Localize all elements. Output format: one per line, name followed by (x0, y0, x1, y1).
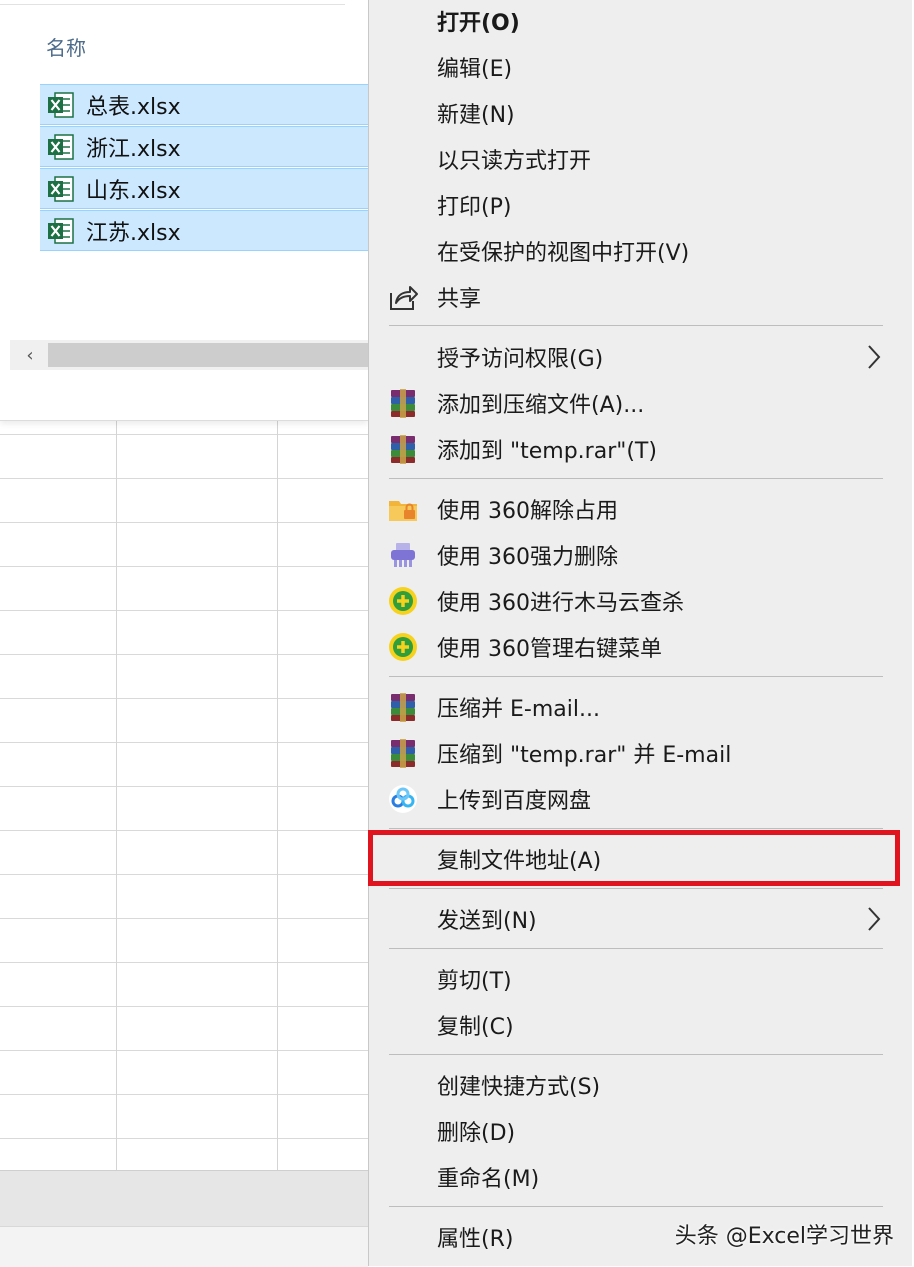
menu-separator (389, 1206, 883, 1207)
file-name: 江苏.xlsx (86, 220, 181, 246)
menu-item-open[interactable]: 打开(O) (369, 0, 913, 44)
menu-item-delete[interactable]: 删除(D) (369, 1108, 913, 1154)
column-header-name[interactable]: 名称 (46, 32, 86, 61)
baidu-netdisk-icon (387, 783, 419, 815)
menu-item-add-to-archive[interactable]: 添加到压缩文件(A)... (369, 380, 913, 426)
context-menu: 打开(O) 编辑(E) 新建(N) 以只读方式打开 打印(P) 在受保护的视图中… (368, 0, 912, 1266)
menu-separator (389, 888, 883, 889)
menu-item-copy[interactable]: 复制(C) (369, 1002, 913, 1048)
menu-item-open-readonly[interactable]: 以只读方式打开 (369, 136, 913, 182)
menu-item-label: 复制文件地址(A) (437, 849, 602, 874)
spreadsheet-grid (0, 420, 368, 1266)
file-explorer-panel: 名称 总表.xlsx 浙江.xlsx 山东.xlsx 江苏.xlsx ‹ (0, 0, 368, 421)
menu-item-label: 压缩并 E-mail... (437, 697, 600, 722)
horizontal-scrollbar[interactable]: ‹ (10, 340, 368, 370)
excel-file-icon (46, 90, 76, 120)
menu-item-label: 发送到(N) (437, 909, 537, 934)
menu-separator (389, 828, 883, 829)
excel-file-icon (46, 132, 76, 162)
grid-column-line (116, 420, 117, 1170)
toolbar-edge (0, 0, 345, 5)
menu-item-label: 压缩到 "temp.rar" 并 E-mail (437, 743, 732, 768)
scroll-left-icon[interactable]: ‹ (18, 344, 42, 366)
status-bar (0, 1226, 368, 1267)
shredder-icon (387, 539, 419, 571)
menu-item-360-force-delete[interactable]: 使用 360强力删除 (369, 532, 913, 578)
menu-item-label: 使用 360解除占用 (437, 499, 618, 524)
winrar-icon (387, 387, 419, 419)
menu-item-label: 复制(C) (437, 1015, 514, 1040)
menu-item-copy-path[interactable]: 复制文件地址(A) (369, 836, 913, 882)
menu-item-new[interactable]: 新建(N) (369, 90, 913, 136)
menu-item-cut[interactable]: 剪切(T) (369, 956, 913, 1002)
plus-circle-icon (387, 631, 419, 663)
menu-item-label: 删除(D) (437, 1121, 516, 1146)
menu-separator (389, 1054, 883, 1055)
menu-item-add-to-temp-rar[interactable]: 添加到 "temp.rar"(T) (369, 426, 913, 472)
menu-item-label: 打印(P) (437, 195, 512, 220)
sheet-tab-bar (0, 1170, 368, 1227)
scrollbar-thumb[interactable] (48, 343, 368, 367)
menu-item-360-unlock[interactable]: 使用 360解除占用 (369, 486, 913, 532)
menu-item-rename[interactable]: 重命名(M) (369, 1154, 913, 1200)
menu-item-label: 添加到 "temp.rar"(T) (437, 439, 657, 464)
menu-separator (389, 948, 883, 949)
menu-item-label: 属性(R) (437, 1227, 514, 1252)
menu-item-label: 编辑(E) (437, 57, 513, 82)
menu-item-compress-temp-email[interactable]: 压缩到 "temp.rar" 并 E-mail (369, 730, 913, 776)
menu-item-360-manage-menu[interactable]: 使用 360管理右键菜单 (369, 624, 913, 670)
menu-item-360-trojan-scan[interactable]: 使用 360进行木马云查杀 (369, 578, 913, 624)
excel-file-icon (46, 216, 76, 246)
menu-item-label: 授予访问权限(G) (437, 347, 604, 372)
plus-circle-icon (387, 585, 419, 617)
menu-item-open-protected[interactable]: 在受保护的视图中打开(V) (369, 228, 913, 274)
menu-separator (389, 478, 883, 479)
winrar-icon (387, 737, 419, 769)
menu-item-grant-access[interactable]: 授予访问权限(G) (369, 334, 913, 380)
menu-item-label: 共享 (437, 287, 482, 312)
file-name: 总表.xlsx (86, 94, 181, 120)
menu-item-create-shortcut[interactable]: 创建快捷方式(S) (369, 1062, 913, 1108)
menu-item-label: 使用 360进行木马云查杀 (437, 591, 684, 616)
grid-column-line (277, 420, 278, 1170)
chevron-right-icon (865, 342, 883, 372)
watermark: 头条 @Excel学习世界 (674, 1224, 894, 1249)
folder-lock-icon (387, 493, 419, 525)
menu-item-label: 使用 360管理右键菜单 (437, 637, 662, 662)
winrar-icon (387, 433, 419, 465)
menu-item-label: 使用 360强力删除 (437, 545, 618, 570)
menu-item-label: 重命名(M) (437, 1167, 540, 1192)
menu-item-label: 上传到百度网盘 (437, 789, 592, 814)
menu-item-print[interactable]: 打印(P) (369, 182, 913, 228)
file-row[interactable]: 总表.xlsx (40, 84, 368, 125)
share-icon (387, 281, 419, 313)
menu-item-upload-baidu[interactable]: 上传到百度网盘 (369, 776, 913, 822)
chevron-right-icon (865, 904, 883, 934)
menu-item-label: 剪切(T) (437, 969, 512, 994)
menu-item-edit[interactable]: 编辑(E) (369, 44, 913, 90)
menu-item-send-to[interactable]: 发送到(N) (369, 896, 913, 942)
file-row[interactable]: 山东.xlsx (40, 168, 368, 209)
menu-item-label: 在受保护的视图中打开(V) (437, 241, 690, 266)
file-row[interactable]: 江苏.xlsx (40, 210, 368, 251)
menu-item-label: 创建快捷方式(S) (437, 1075, 601, 1100)
menu-item-label: 打开(O) (437, 11, 520, 36)
menu-item-compress-email[interactable]: 压缩并 E-mail... (369, 684, 913, 730)
menu-item-label: 以只读方式打开 (437, 149, 592, 174)
file-name: 山东.xlsx (86, 178, 181, 204)
file-row[interactable]: 浙江.xlsx (40, 126, 368, 167)
menu-separator (389, 325, 883, 326)
winrar-icon (387, 691, 419, 723)
menu-item-label: 新建(N) (437, 103, 515, 128)
excel-file-icon (46, 174, 76, 204)
menu-item-label: 添加到压缩文件(A)... (437, 393, 645, 418)
menu-item-share[interactable]: 共享 (369, 274, 913, 320)
file-name: 浙江.xlsx (86, 136, 181, 162)
menu-separator (389, 676, 883, 677)
